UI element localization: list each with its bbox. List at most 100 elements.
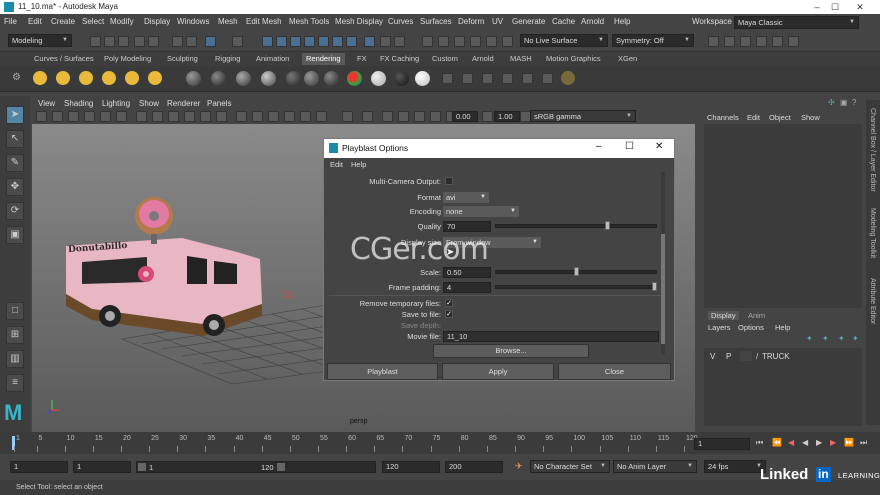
hypershade-icon[interactable] — [486, 36, 497, 47]
layer-row[interactable]: V P / TRUCK — [704, 351, 862, 362]
grid-icon[interactable] — [136, 111, 147, 122]
safe-action-icon[interactable] — [216, 111, 227, 122]
bookmarks-icon[interactable] — [68, 111, 79, 122]
layers-menu[interactable]: Layers — [708, 323, 731, 332]
layer-playback-toggle[interactable]: P — [726, 352, 731, 361]
camera-select-icon[interactable] — [36, 111, 47, 122]
shelf-tab-fx[interactable]: FX — [357, 54, 367, 63]
open-scene-icon[interactable] — [104, 36, 115, 47]
shelf-tab-custom[interactable]: Custom — [432, 54, 458, 63]
cb-object-menu[interactable]: Object — [769, 113, 791, 122]
go-to-start-icon[interactable]: ⏮ — [756, 438, 763, 448]
layer-tab-display[interactable]: Display — [708, 311, 739, 320]
render-view-icon[interactable] — [422, 36, 433, 47]
dialog-minimize-button[interactable]: – — [596, 141, 602, 152]
auto-key-icon[interactable]: ✈ — [515, 461, 523, 472]
menu-select[interactable]: Select — [82, 17, 104, 26]
time-slider[interactable]: 1 5 10 15 20 25 30 35 40 45 50 55 60 65 70 75 80 85 90 95 10… — [0, 432, 880, 454]
side-tab-attribute-editor[interactable]: Attribute Editor — [869, 278, 876, 324]
dialog-help-menu[interactable]: Help — [351, 160, 366, 169]
field-chart-icon[interactable] — [200, 111, 211, 122]
anim-layer-dropdown[interactable]: No Anim Layer ▼ — [613, 460, 697, 473]
animation-end-field[interactable]: 200 — [445, 461, 503, 473]
range-end-handle[interactable] — [277, 463, 285, 471]
render-settings-icon[interactable] — [470, 36, 481, 47]
phong-material-icon[interactable] — [236, 71, 251, 86]
frame-padding-slider[interactable] — [495, 282, 657, 291]
remove-temp-checkbox[interactable]: ✓ — [445, 299, 453, 307]
shelf-tab-mash[interactable]: MASH — [510, 54, 532, 63]
menu-uv[interactable]: UV — [492, 17, 503, 26]
snap-edge-icon[interactable] — [332, 36, 343, 47]
side-tab-modeling-toolkit[interactable]: Modeling Toolkit — [869, 208, 876, 258]
area-light-icon[interactable] — [125, 71, 139, 85]
lasso-icon[interactable] — [232, 36, 243, 47]
menu-edit-mesh[interactable]: Edit Mesh — [246, 17, 282, 26]
menu-curves[interactable]: Curves — [388, 17, 413, 26]
2d-pan-zoom-icon[interactable] — [100, 111, 111, 122]
snap-surface-icon[interactable] — [318, 36, 329, 47]
menu-mesh[interactable]: Mesh — [218, 17, 238, 26]
wireframe-icon[interactable] — [236, 111, 247, 122]
axis-toggle-icon[interactable]: ✣ — [828, 98, 835, 107]
layer-visibility-toggle[interactable]: V — [710, 352, 715, 361]
gamma-field[interactable]: 1.00 — [494, 111, 520, 122]
movie-file-field[interactable]: 11_10 — [443, 331, 659, 342]
step-back-frame-icon[interactable]: ◀ — [788, 438, 794, 447]
camera-attributes-icon[interactable] — [52, 111, 63, 122]
batch-render-icon[interactable] — [522, 73, 533, 84]
side-tab-channel-box[interactable]: Channel Box / Layer Editor — [869, 108, 876, 192]
vp-menu-view[interactable]: View — [38, 99, 55, 108]
browse-button[interactable]: Browse... — [433, 344, 589, 358]
close-window-button[interactable]: ✕ — [853, 1, 867, 13]
minimize-button[interactable]: – — [810, 1, 824, 13]
range-start-handle[interactable] — [138, 463, 146, 471]
layered-shader-icon[interactable] — [304, 71, 319, 86]
menu-arnold[interactable]: Arnold — [581, 17, 604, 26]
film-gate-icon[interactable] — [152, 111, 163, 122]
blinn-material-icon[interactable] — [186, 71, 201, 86]
shelf-tab-sculpting[interactable]: Sculpting — [167, 54, 198, 63]
new-layer-icon[interactable]: ✦ — [806, 334, 813, 343]
snap-point-icon[interactable] — [290, 36, 301, 47]
exposure-field[interactable]: 0.00 — [452, 111, 478, 122]
character-set-dropdown[interactable]: No Character Set ▼ — [530, 460, 610, 473]
shadows-icon[interactable] — [316, 111, 327, 122]
xray-icon[interactable] — [342, 111, 353, 122]
layer-name[interactable]: TRUCK — [762, 352, 790, 361]
menu-help[interactable]: Help — [614, 17, 630, 26]
menu-deform[interactable]: Deform — [458, 17, 484, 26]
menu-edit[interactable]: Edit — [28, 17, 42, 26]
menu-file[interactable]: File — [4, 17, 17, 26]
layer-tab-anim[interactable]: Anim — [748, 311, 765, 320]
dialog-close-button[interactable]: ✕ — [655, 141, 663, 152]
snap-grid-icon[interactable] — [262, 36, 273, 47]
vp-menu-lighting[interactable]: Lighting — [102, 99, 130, 108]
ambient-light-icon[interactable] — [33, 71, 47, 85]
play-forward-icon[interactable]: ▶ — [816, 438, 822, 447]
menu-mesh-tools[interactable]: Mesh Tools — [289, 17, 329, 26]
dialog-titlebar[interactable]: Playblast Options – ☐ ✕ — [324, 139, 674, 158]
textured-icon[interactable] — [284, 111, 295, 122]
snap-curve-icon[interactable] — [276, 36, 287, 47]
layer-type-toggle[interactable] — [740, 351, 752, 361]
magnet-icon[interactable] — [364, 36, 375, 47]
scale-slider-thumb[interactable] — [574, 267, 579, 276]
encoding-dropdown[interactable]: none ▼ — [443, 206, 519, 217]
sign-in-icon[interactable] — [708, 36, 719, 47]
cb-edit-menu[interactable]: Edit — [747, 113, 760, 122]
cb-show-menu[interactable]: Show — [801, 113, 820, 122]
channel-box-icon[interactable] — [788, 36, 799, 47]
shelf-tab-animation[interactable]: Animation — [256, 54, 289, 63]
paint-select-icon[interactable]: ✎ — [6, 154, 24, 172]
shelf-tab-fx-caching[interactable]: FX Caching — [380, 54, 419, 63]
workspace-dropdown[interactable]: Maya Classic ▼ — [734, 16, 859, 29]
dialog-scrollbar-thumb[interactable] — [661, 234, 665, 344]
gamma-icon[interactable] — [482, 111, 493, 122]
use-background-icon[interactable] — [371, 71, 386, 86]
shelf-tab-poly-modeling[interactable]: Poly Modeling — [104, 54, 151, 63]
render-view-shelf-icon[interactable] — [502, 73, 513, 84]
vp-menu-renderer[interactable]: Renderer — [167, 99, 200, 108]
ambient-occlusion-icon[interactable] — [382, 111, 393, 122]
play-back-icon[interactable]: ◀ — [802, 438, 808, 447]
